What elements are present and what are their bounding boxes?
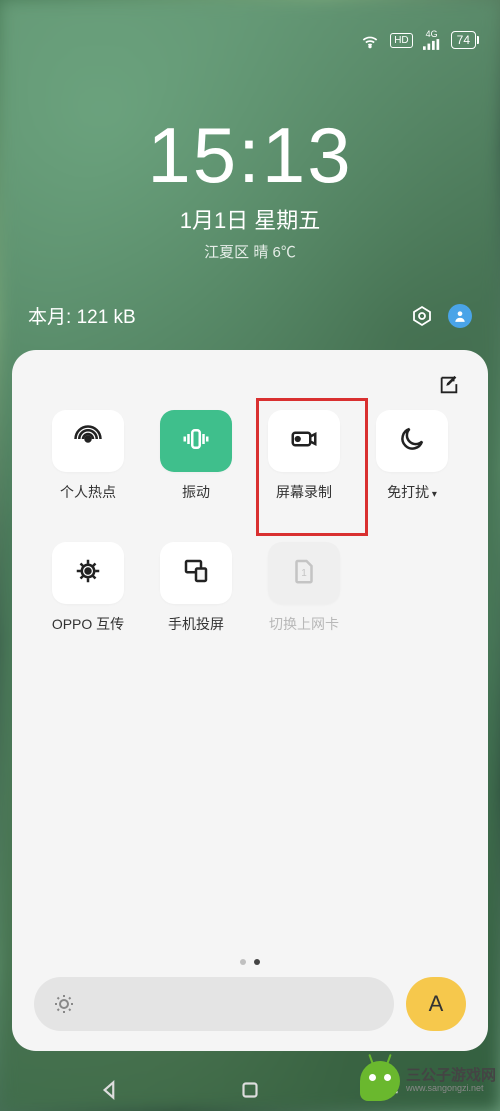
tile-label: 切换上网卡	[269, 614, 339, 634]
nav-home[interactable]	[237, 1077, 263, 1103]
page-dot	[254, 959, 260, 965]
weather-label: 江夏区 晴 6℃	[0, 241, 500, 262]
sun-icon	[52, 992, 76, 1016]
tile-label: 个人热点	[60, 482, 116, 502]
tile-dnd[interactable]: 免打扰 ▾	[358, 410, 466, 502]
auto-brightness-toggle[interactable]: A	[406, 977, 466, 1031]
battery-indicator: 74	[451, 31, 476, 49]
watermark-url: www.sangongzi.net	[406, 1084, 496, 1094]
lock-screen-info: 15:13 1月1日 星期五 江夏区 晴 6℃	[0, 110, 500, 262]
vibrate-icon	[181, 424, 211, 459]
status-bar: HD 4G 74	[0, 0, 500, 80]
clock-time: 15:13	[0, 110, 500, 201]
tile-screen-record[interactable]: 屏幕录制	[250, 410, 358, 502]
android-logo-icon	[360, 1061, 400, 1101]
sim-icon: 1	[289, 556, 319, 591]
svg-text:1: 1	[301, 568, 307, 579]
data-usage-bar: 本月: 121 kB	[0, 302, 500, 329]
signal-icon: 4G	[423, 30, 441, 50]
tile-sim-switch[interactable]: 1 切换上网卡	[250, 542, 358, 634]
screen-cast-icon	[181, 556, 211, 591]
nav-back[interactable]	[97, 1077, 123, 1103]
data-usage[interactable]: 本月: 121 kB	[28, 302, 136, 329]
page-dot	[240, 959, 246, 965]
date-label: 1月1日 星期五	[0, 203, 500, 235]
tiles-grid: 个人热点 振动 屏幕录制 免打扰 ▾	[22, 402, 478, 634]
tile-oppo-share[interactable]: OPPO 互传	[34, 542, 142, 634]
quick-settings-panel: 个人热点 振动 屏幕录制 免打扰 ▾	[12, 350, 488, 1051]
tile-label: 屏幕录制	[276, 482, 332, 502]
settings-hex-icon[interactable]	[410, 304, 434, 328]
tile-hotspot[interactable]: 个人热点	[34, 410, 142, 502]
tile-label: 手机投屏	[168, 614, 224, 634]
wifi-icon	[360, 30, 380, 50]
watermark: 三公子游戏网 www.sangongzi.net	[360, 1061, 500, 1101]
hotspot-icon	[73, 424, 103, 459]
brightness-slider[interactable]	[34, 977, 394, 1031]
tile-vibrate[interactable]: 振动	[142, 410, 250, 502]
watermark-title: 三公子游戏网	[406, 1068, 496, 1085]
tile-label: 振动	[182, 482, 210, 502]
profile-avatar[interactable]	[448, 304, 472, 328]
tile-screen-cast[interactable]: 手机投屏	[142, 542, 250, 634]
screen-record-icon	[289, 424, 319, 459]
tile-label: 免打扰 ▾	[387, 482, 437, 502]
tile-label: OPPO 互传	[52, 614, 124, 634]
moon-icon	[397, 424, 427, 459]
page-indicator[interactable]	[22, 959, 478, 965]
oppo-share-icon	[73, 556, 103, 591]
hd-icon: HD	[390, 33, 412, 48]
brightness-row: A	[22, 977, 478, 1037]
edit-tiles-icon[interactable]	[438, 374, 460, 396]
